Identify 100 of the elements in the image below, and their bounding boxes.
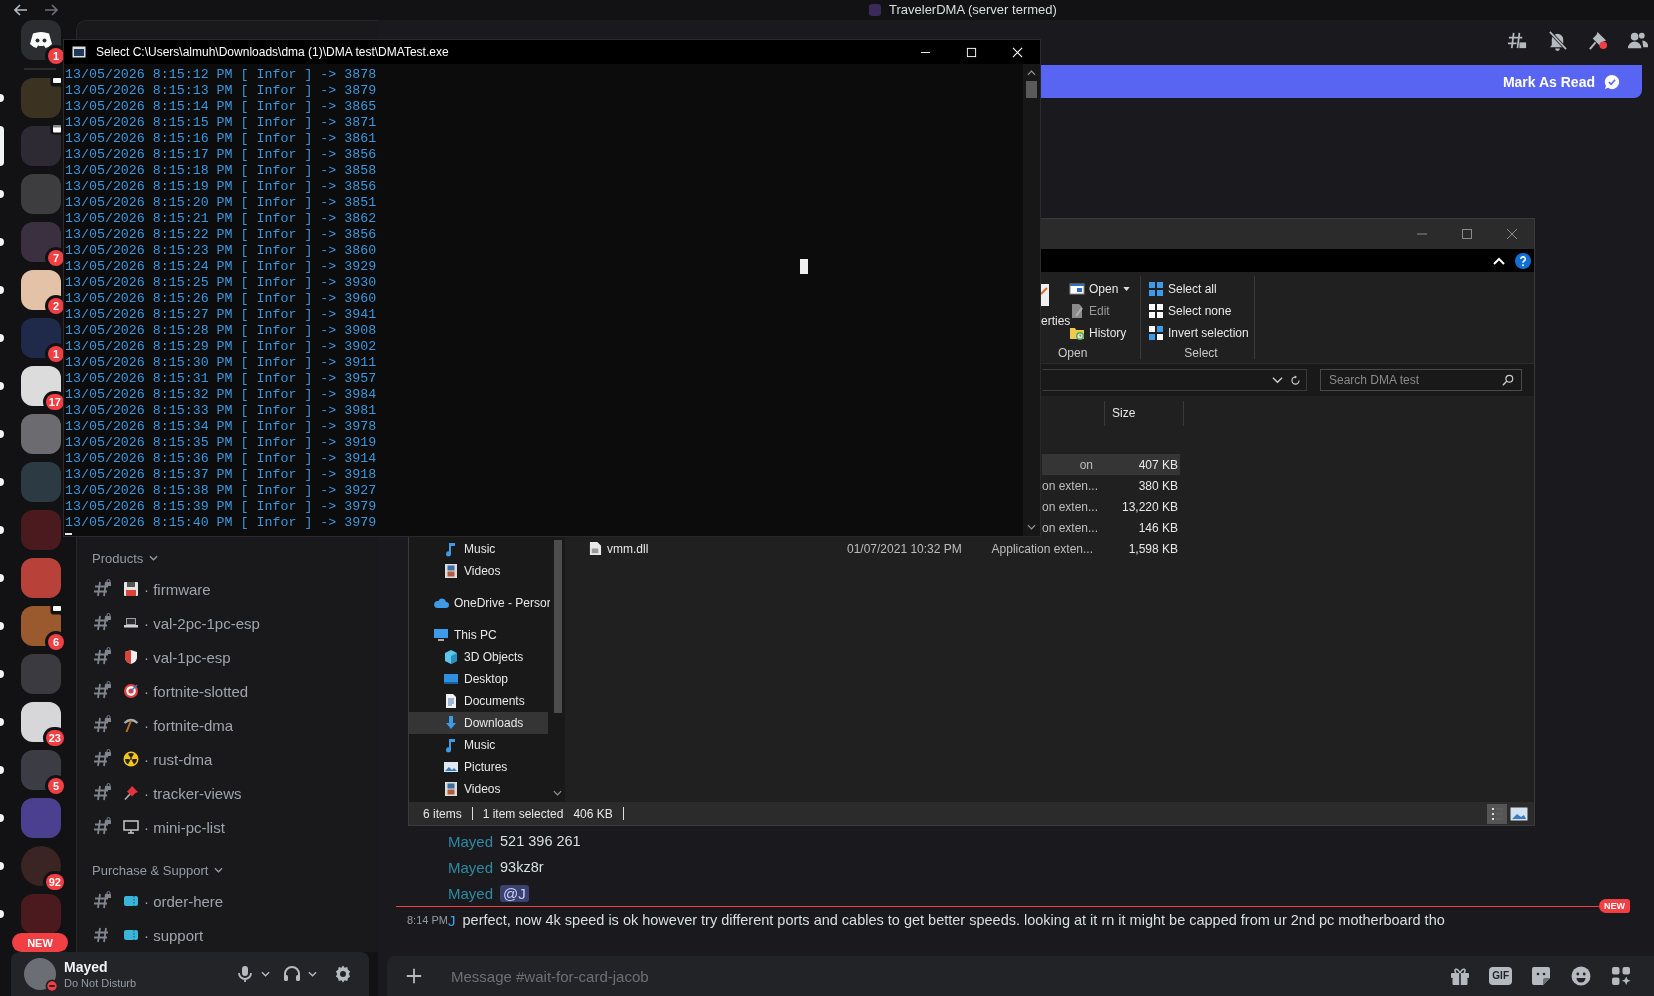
console-line: 13/05/2026 8:15:31 PM [ Infor ] -> 3957 <box>65 371 377 387</box>
muted-bell-icon[interactable] <box>1547 29 1568 51</box>
dropdown-caret-icon[interactable] <box>1123 287 1131 291</box>
mark-as-read-button[interactable]: Mark As Read <box>1502 73 1595 90</box>
category-header[interactable]: Products <box>92 550 144 566</box>
file-row[interactable]: on exten... 13,220 KB <box>1042 496 1185 517</box>
console-icon <box>72 46 86 58</box>
gif-button[interactable]: GIF <box>1489 967 1512 985</box>
scroll-down-icon[interactable] <box>553 790 562 796</box>
chevron-down-icon[interactable] <box>1272 374 1283 386</box>
channel-link[interactable]: · rust-dma <box>144 750 213 768</box>
radiation-icon <box>123 751 139 767</box>
server-icon[interactable] <box>20 270 61 310</box>
navigation-item[interactable]: Desktop <box>409 668 548 690</box>
navigation-item[interactable]: Documents <box>409 690 548 712</box>
server-icon[interactable] <box>20 78 61 118</box>
navigation-item[interactable]: This PC <box>409 624 548 646</box>
navigation-item[interactable]: OneDrive - Persor <box>409 592 548 614</box>
picture-icon <box>443 759 459 775</box>
file-row[interactable]: on exten... 380 KB <box>1042 475 1185 496</box>
channel-link[interactable]: · val-2pc-1pc-esp <box>144 614 260 632</box>
search-field[interactable]: Search DMA test <box>1320 369 1522 391</box>
message-text: 93kz8r <box>500 859 544 875</box>
author-name[interactable]: Mayed <box>448 884 494 902</box>
navigation-item[interactable]: 3D Objects <box>409 646 548 668</box>
properties-button[interactable]: erties <box>1041 314 1071 328</box>
console-line: 13/05/2026 8:15:37 PM [ Infor ] -> 3918 <box>65 467 377 483</box>
scroll-down-icon[interactable] <box>1027 524 1036 530</box>
chevron-icon[interactable] <box>149 555 159 561</box>
home-button[interactable] <box>20 20 61 60</box>
server-icon[interactable] <box>20 366 61 406</box>
author-name[interactable]: Mayed <box>448 858 494 876</box>
settings-icon[interactable] <box>333 964 353 984</box>
new-unreads-pill[interactable]: NEW <box>12 933 68 952</box>
message-text: 521 396 261 <box>500 833 581 849</box>
channel-link[interactable]: · order-here <box>144 892 224 910</box>
ribbon-button[interactable]: Invert selection <box>1168 326 1249 340</box>
select-all-icon <box>1148 281 1164 297</box>
channel-link[interactable]: · val-1pc-esp <box>144 648 231 666</box>
channel-link[interactable]: · support <box>144 926 204 944</box>
server-icon[interactable] <box>20 750 61 790</box>
file-size: 407 KB <box>1138 457 1178 472</box>
headphones-icon[interactable] <box>282 964 302 984</box>
avatar[interactable] <box>24 958 56 990</box>
plus-icon[interactable] <box>405 967 423 985</box>
file-row[interactable]: on 407 KB <box>1042 454 1180 475</box>
ribbon-button[interactable]: Open <box>1089 282 1119 296</box>
author-name[interactable]: J <box>448 911 456 929</box>
navigation-item[interactable]: Videos <box>409 560 548 582</box>
unread-count: 5 <box>48 778 64 794</box>
unread-count: 2 <box>48 298 64 314</box>
channel-link[interactable]: · tracker-views <box>144 784 242 802</box>
help-icon[interactable] <box>1515 252 1531 269</box>
back-arrow-icon[interactable] <box>14 4 28 16</box>
username: Mayed <box>64 958 109 976</box>
microphone-icon[interactable] <box>235 964 255 984</box>
author-name[interactable]: Mayed <box>448 832 494 850</box>
caret-icon[interactable] <box>308 971 317 977</box>
file-row[interactable]: on exten... 146 KB <box>1042 517 1185 538</box>
server-icon[interactable] <box>20 126 61 166</box>
ribbon-button[interactable]: Select none <box>1168 304 1232 318</box>
ribbon-button[interactable]: History <box>1089 326 1127 340</box>
sticker-icon[interactable] <box>1530 965 1552 987</box>
channel-link[interactable]: · fortnite-dma <box>144 716 234 734</box>
details-view-icon[interactable] <box>1487 803 1507 824</box>
column-header[interactable]: Size <box>1104 401 1184 426</box>
channel-link[interactable]: · fortnite-slotted <box>144 682 249 700</box>
navigation-item[interactable]: Pictures <box>409 756 548 778</box>
channel-link[interactable]: · mini-pc-list <box>144 818 225 836</box>
navigation-item[interactable]: Downloads <box>409 712 548 734</box>
navigation-item[interactable]: Music <box>409 538 548 560</box>
user-mention[interactable]: @J <box>500 884 529 902</box>
file-row[interactable]: vmm.dll 01/07/2021 10:32 PM Application exten... 1,598 KB <box>565 538 1185 559</box>
caret-icon[interactable] <box>261 971 270 977</box>
forward-arrow-icon[interactable] <box>44 4 58 16</box>
message-input[interactable]: Message #wait-for-card-jacob GIF <box>387 956 1654 996</box>
navigation-item[interactable]: Music <box>409 734 548 756</box>
collapse-ribbon-icon[interactable] <box>1493 256 1505 265</box>
refresh-icon[interactable] <box>1290 374 1301 386</box>
message-text: perfect, now 4k speed is ok however try different ports and cables to get better speeds. looking at it rn it might be capped from ur 2nd pc motherboard tho <box>462 912 1445 928</box>
search-icon[interactable] <box>1502 374 1514 386</box>
channel-link[interactable]: · firmware <box>144 580 211 598</box>
cube-icon <box>443 649 459 665</box>
scrollbar-thumb[interactable] <box>553 540 562 713</box>
server-icon[interactable] <box>20 702 61 742</box>
apps-icon[interactable] <box>1610 965 1632 987</box>
chat-bubble-check-icon[interactable] <box>1604 73 1620 90</box>
chevron-icon[interactable] <box>214 867 224 873</box>
console-line: 13/05/2026 8:15:33 PM [ Infor ] -> 3981 <box>65 403 377 419</box>
scrollbar-thumb[interactable] <box>1026 81 1037 98</box>
pin-icon[interactable] <box>1587 29 1608 51</box>
scroll-up-icon[interactable] <box>1027 70 1036 76</box>
category-header[interactable]: Purchase & Support <box>92 862 209 878</box>
gift-icon[interactable] <box>1449 965 1472 987</box>
document-icon[interactable] <box>1041 282 1051 308</box>
address-field[interactable] <box>1042 369 1307 391</box>
ribbon-button[interactable]: Select all <box>1168 282 1217 296</box>
server-icon[interactable] <box>20 846 61 886</box>
emoji-icon[interactable] <box>1570 965 1592 987</box>
navigation-item[interactable]: Videos <box>409 778 548 800</box>
